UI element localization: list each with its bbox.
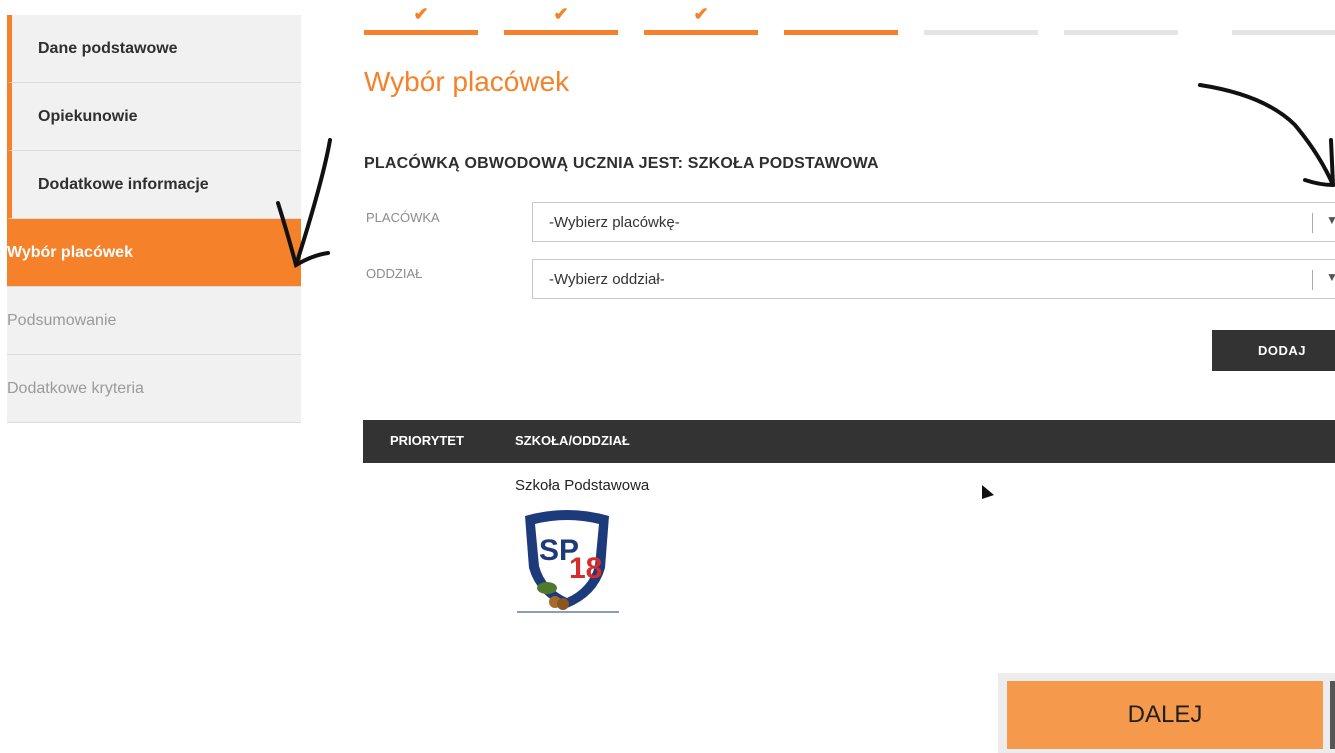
column-header-priorytet[interactable]: PRIORYTET <box>390 433 464 448</box>
sidebar-item-opiekunowie[interactable]: Opiekunowie <box>7 83 301 151</box>
sidebar-item-label: Dodatkowe informacje <box>38 175 209 193</box>
sidebar-item-label: Opiekunowie <box>38 107 138 125</box>
oddzial-label: ODDZIAŁ <box>366 266 423 281</box>
step-bar <box>1232 30 1335 35</box>
sidebar-item-dodatkowe-informacje[interactable]: Dodatkowe informacje <box>7 151 301 219</box>
sidebar-item-dane-podstawowe[interactable]: Dane podstawowe <box>7 15 301 83</box>
annotation-arrow-icon <box>276 138 332 269</box>
placowka-value: -Wybierz placówkę- <box>549 213 680 231</box>
column-header-szkola-oddzial[interactable]: SZKOŁA/ODDZIAŁ <box>515 433 630 448</box>
add-button[interactable]: DODAJ <box>1212 330 1335 371</box>
progress-steps: ✔ ✔ ✔ <box>364 0 1335 40</box>
check-icon: ✔ <box>553 4 569 24</box>
school-logo: SP 18 <box>517 508 619 619</box>
check-icon: ✔ <box>413 4 429 24</box>
step-bar <box>364 30 478 35</box>
select-divider <box>1312 270 1313 290</box>
chevron-down-icon[interactable]: ▼ <box>1326 213 1335 227</box>
sidebar-item-dodatkowe-kryteria[interactable]: Dodatkowe kryteria <box>7 355 301 423</box>
sidebar-item-label: Wybór placówek <box>7 243 133 261</box>
step-bar <box>924 30 1038 35</box>
next-button[interactable]: DALEJ <box>1007 681 1323 749</box>
mouse-cursor-icon <box>982 485 994 499</box>
page-title: Wybór placówek <box>364 66 570 97</box>
oddzial-value: -Wybierz oddział- <box>549 270 665 288</box>
placowka-select[interactable]: -Wybierz placówkę- ▼ <box>532 202 1335 242</box>
sidebar-item-label: Podsumowanie <box>7 311 117 329</box>
sidebar-item-podsumowanie[interactable]: Podsumowanie <box>7 287 301 355</box>
step-bar <box>644 30 758 35</box>
svg-text:18: 18 <box>569 552 602 585</box>
section-subtitle: PLACÓWKĄ OBWODOWĄ UCZNIA JEST: SZKOŁA PO… <box>364 155 879 172</box>
sidebar-item-label: Dane podstawowe <box>38 39 178 57</box>
chevron-down-icon[interactable]: ▼ <box>1326 270 1335 284</box>
check-icon: ✔ <box>693 4 709 24</box>
annotation-arrow-icon <box>1198 83 1335 187</box>
sidebar-item-label: Dodatkowe kryteria <box>7 379 144 397</box>
placowka-label: PLACÓWKA <box>366 210 440 225</box>
table-row-school: Szkoła Podstawowa <box>515 477 650 494</box>
step-bar <box>504 30 618 35</box>
oddzial-select[interactable]: -Wybierz oddział- ▼ <box>532 259 1335 299</box>
sidebar-nav: Dane podstawowe Opiekunowie Dodatkowe in… <box>7 15 301 423</box>
footer-edge <box>1330 681 1335 749</box>
step-bar <box>784 30 898 35</box>
sidebar-item-wybor-placowek[interactable]: Wybór placówek <box>7 219 301 287</box>
table-header: PRIORYTET SZKOŁA/ODDZIAŁ <box>363 420 1335 463</box>
step-bar <box>1064 30 1178 35</box>
select-divider <box>1312 213 1313 233</box>
